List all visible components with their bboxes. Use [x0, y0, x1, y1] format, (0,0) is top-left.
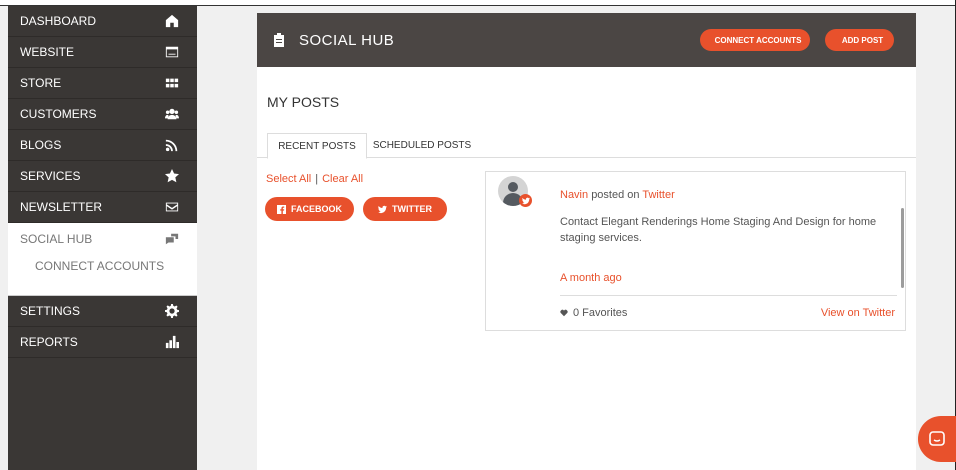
panel-header: SOCIAL HUB CONNECT ACCOUNTS ADD POST: [257, 13, 916, 67]
twitter-filter-label: TWITTER: [392, 204, 432, 214]
sidebar-item-newsletter[interactable]: NEWSLETTER: [8, 192, 197, 223]
post-author-link[interactable]: Navin: [560, 189, 588, 201]
sidebar-item-label: CUSTOMERS: [20, 107, 97, 121]
posted-on-text: posted on: [591, 189, 640, 201]
add-post-button[interactable]: ADD POST: [825, 29, 894, 51]
sidebar-item-dashboard[interactable]: DASHBOARD: [8, 6, 197, 37]
sidebar-item-services[interactable]: SERVICES: [8, 161, 197, 192]
sidebar-item-reports[interactable]: REPORTS: [8, 327, 197, 358]
sidebar-item-label: WEBSITE: [20, 45, 75, 59]
envelope-icon: [164, 199, 180, 215]
page-title: SOCIAL HUB: [299, 31, 395, 49]
twitter-filter-button[interactable]: TWITTER: [363, 197, 447, 221]
chat-launcher-button[interactable]: [918, 416, 956, 462]
sidebar-item-label: SOCIAL HUB: [20, 231, 93, 246]
sidebar-item-settings[interactable]: SETTINGS: [8, 296, 197, 327]
section-title: MY POSTS: [267, 94, 340, 110]
post-text: Contact Elegant Renderings Home Staging …: [560, 216, 877, 244]
sidebar-item-social-hub[interactable]: SOCIAL HUB: [8, 223, 197, 254]
social-hub-panel: SOCIAL HUB CONNECT ACCOUNTS ADD POST MY …: [257, 13, 916, 470]
heart-icon: [560, 309, 568, 317]
sidebar-subitem-connect-accounts[interactable]: CONNECT ACCOUNTS: [8, 254, 197, 296]
add-post-label: ADD POST: [841, 35, 884, 45]
facebook-icon: [276, 204, 286, 214]
post-network-link[interactable]: Twitter: [642, 189, 674, 201]
bar-chart-icon: [164, 334, 180, 350]
selection-controls: Select All | Clear All: [266, 173, 363, 185]
sidebar-item-website[interactable]: WEBSITE: [8, 37, 197, 68]
post-card: Navin posted on Twitter Contact Elegant …: [485, 171, 906, 331]
rss-icon: [164, 137, 180, 153]
facebook-filter-label: FACEBOOK: [290, 204, 342, 214]
selection-separator: |: [315, 173, 319, 185]
card-scrollbar[interactable]: [901, 208, 904, 288]
favorites-label: 0 Favorites: [573, 307, 628, 319]
tab-scheduled-posts[interactable]: SCHEDULED POSTS: [372, 133, 472, 158]
users-icon: [164, 106, 180, 122]
header-title-group: SOCIAL HUB: [273, 32, 684, 49]
chat-icon: [929, 431, 945, 446]
sidebar-item-label: STORE: [20, 76, 62, 90]
clipboard-icon: [273, 33, 285, 47]
twitter-icon: [378, 205, 387, 213]
select-all-link[interactable]: Select All: [266, 173, 311, 185]
view-on-twitter-link[interactable]: View on Twitter: [821, 307, 895, 319]
sidebar: DASHBOARD WEBSITE STORE CUSTOMERS BLOGS …: [8, 6, 197, 470]
card-divider: [560, 295, 897, 296]
sidebar-item-label: SERVICES: [20, 169, 81, 183]
sidebar-item-label: NEWSLETTER: [20, 200, 103, 214]
sidebar-item-label: BLOGS: [20, 138, 62, 152]
post-timestamp[interactable]: A month ago: [560, 272, 622, 284]
sidebar-item-store[interactable]: STORE: [8, 68, 197, 99]
twitter-badge-icon: [519, 194, 532, 207]
chat-bubbles-icon: [164, 231, 180, 247]
sidebar-item-label: DASHBOARD: [20, 14, 97, 28]
sidebar-item-label: REPORTS: [20, 335, 78, 349]
sidebar-item-customers[interactable]: CUSTOMERS: [8, 99, 197, 130]
grid-icon: [164, 75, 180, 91]
facebook-filter-button[interactable]: FACEBOOK: [265, 197, 354, 221]
avatar-head: [508, 182, 518, 192]
favorites-count[interactable]: 0 Favorites: [560, 307, 627, 319]
home-icon: [164, 13, 180, 29]
tab-recent-posts[interactable]: RECENT POSTS: [267, 133, 367, 159]
post-tabs: RECENT POSTS SCHEDULED POSTS: [257, 133, 916, 159]
sidebar-subitem-label: CONNECT ACCOUNTS: [35, 259, 165, 273]
sidebar-item-label: SETTINGS: [20, 304, 81, 318]
sidebar-item-blogs[interactable]: BLOGS: [8, 130, 197, 161]
post-byline: Navin posted on Twitter: [560, 189, 675, 201]
star-icon: [164, 168, 180, 184]
clear-all-link[interactable]: Clear All: [322, 173, 363, 185]
gear-icon: [164, 303, 180, 319]
connect-accounts-button[interactable]: CONNECT ACCOUNTS: [700, 29, 810, 51]
connect-accounts-label: CONNECT ACCOUNTS: [714, 35, 802, 45]
browser-icon: [164, 44, 180, 60]
